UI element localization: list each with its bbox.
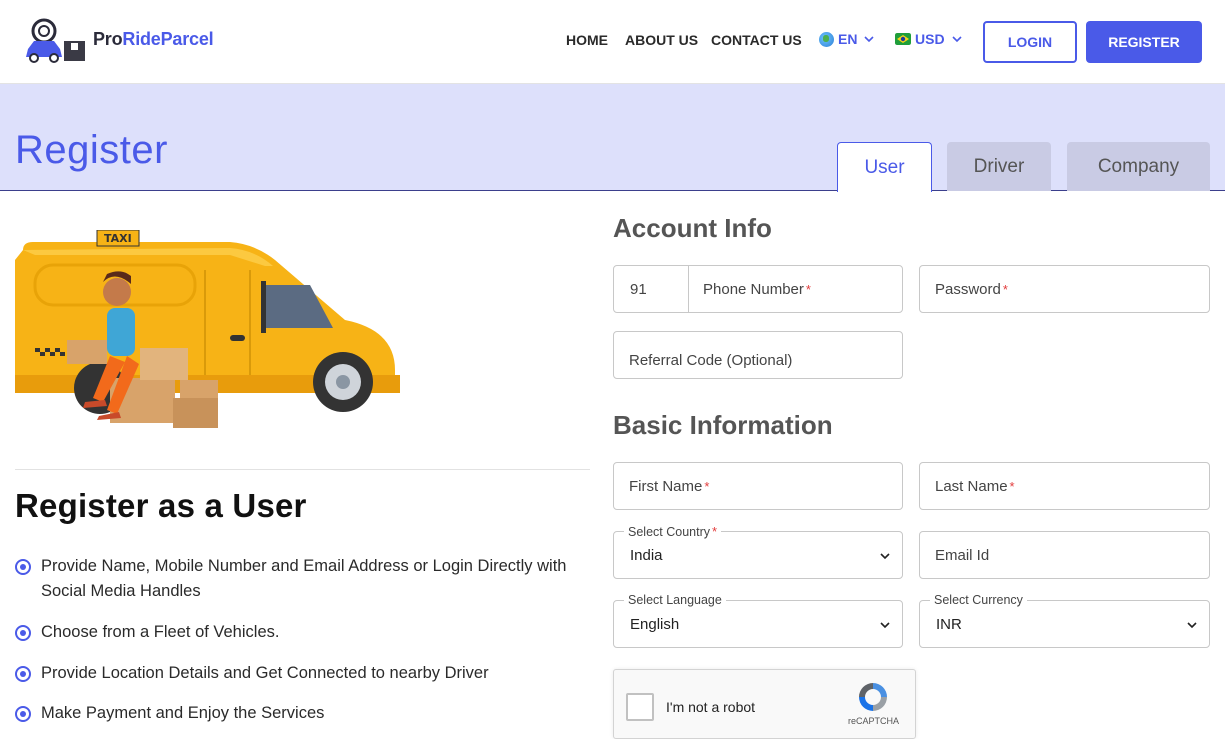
list-item-text: Choose from a Fleet of Vehicles. (41, 623, 280, 641)
currency-selector[interactable]: USD (895, 31, 965, 47)
required-mark: * (1002, 282, 1008, 297)
bullet-icon (15, 666, 31, 682)
language-value: English (630, 616, 680, 633)
required-mark: * (1009, 479, 1015, 494)
list-item-text: Provide Location Details and Get Connect… (41, 664, 489, 682)
login-button[interactable]: LOGIN (983, 21, 1077, 63)
delivery-van-illustration: TAXI (15, 230, 400, 428)
flag-icon (895, 33, 911, 45)
recaptcha-icon (859, 683, 887, 711)
language-selector[interactable]: EN (819, 31, 877, 47)
tab-driver[interactable]: Driver (947, 142, 1051, 191)
list-item: Provide Location Details and Get Connect… (15, 661, 585, 686)
bullet-icon (15, 559, 31, 575)
recaptcha-label: I'm not a robot (666, 699, 756, 715)
nav-about-us[interactable]: ABOUT US (625, 32, 698, 48)
required-mark: * (805, 282, 811, 297)
chevron-down-icon (864, 36, 875, 43)
list-item: Provide Name, Mobile Number and Email Ad… (15, 554, 585, 604)
page-title: Register (15, 128, 168, 172)
recaptcha-widget: I'm not a robot reCAPTCHA (613, 669, 916, 739)
nav-home[interactable]: HOME (566, 32, 608, 48)
password-field[interactable]: Password * (919, 265, 1210, 313)
password-input[interactable]: Password * (935, 281, 1008, 298)
page-banner: Register User Driver Company (0, 84, 1225, 192)
nav-contact-us[interactable]: CONTACT US (711, 32, 802, 48)
bullet-icon (15, 706, 31, 722)
country-code-field[interactable]: 91 (614, 266, 689, 312)
referral-code-field[interactable]: Referral Code (Optional) (613, 331, 903, 379)
taxi-sign-text: TAXI (104, 232, 132, 245)
logo-text-pro: Pro (93, 29, 123, 49)
account-info-heading: Account Info (613, 213, 772, 243)
country-select[interactable]: Select Country * India (613, 524, 903, 579)
required-mark: * (704, 479, 710, 494)
tab-user[interactable]: User (837, 142, 932, 192)
register-button[interactable]: REGISTER (1086, 21, 1202, 63)
chevron-down-icon (880, 553, 890, 560)
list-item-text: Provide Name, Mobile Number and Email Ad… (41, 557, 567, 600)
last-name-field[interactable]: Last Name * (919, 462, 1210, 510)
country-label: Select Country * (624, 524, 722, 539)
country-value: India (630, 547, 663, 564)
first-name-field[interactable]: First Name * (613, 462, 903, 510)
phone-placeholder: Phone Number (703, 281, 804, 298)
required-mark: * (711, 524, 718, 539)
country-label-text: Select Country (628, 525, 710, 539)
tab-company[interactable]: Company (1067, 142, 1210, 191)
first-name-placeholder: First Name (629, 478, 703, 495)
email-field[interactable]: Email Id (919, 531, 1210, 579)
password-placeholder: Password (935, 281, 1001, 298)
section-divider (15, 469, 590, 470)
chevron-down-icon (951, 36, 962, 43)
list-item-text: Make Payment and Enjoy the Services (41, 704, 325, 722)
currency-label: Select Currency (930, 593, 1027, 607)
referral-code-placeholder: Referral Code (Optional) (629, 352, 793, 369)
language-select[interactable]: Select Language English (613, 593, 903, 648)
site-header: ProRideParcel HOME ABOUT US CONTACT US E… (0, 0, 1225, 84)
last-name-placeholder: Last Name (935, 478, 1008, 495)
globe-icon (819, 31, 834, 47)
basic-information-heading: Basic Information (613, 410, 833, 440)
recaptcha-brand: reCAPTCHA (848, 716, 900, 726)
phone-input[interactable]: Phone Number * (703, 281, 811, 298)
last-name-input[interactable]: Last Name * (935, 478, 1015, 495)
language-label: Select Language (624, 593, 726, 607)
language-value: EN (838, 31, 858, 47)
phone-field[interactable]: 91 Phone Number * (613, 265, 903, 313)
currency-value: INR (936, 616, 962, 633)
first-name-input[interactable]: First Name * (629, 478, 709, 495)
logo-text: ProRideParcel (93, 29, 214, 50)
logo-text-brand: RideParcel (122, 29, 214, 49)
list-item: Choose from a Fleet of Vehicles. (15, 620, 585, 645)
currency-select[interactable]: Select Currency INR (919, 593, 1210, 648)
chevron-down-icon (880, 622, 890, 629)
currency-value: USD (915, 31, 945, 47)
register-as-user-heading: Register as a User (15, 487, 307, 524)
recaptcha-checkbox[interactable] (626, 693, 654, 721)
logo[interactable]: ProRideParcel (24, 17, 234, 63)
list-item: Make Payment and Enjoy the Services (15, 701, 585, 726)
logo-icon (26, 18, 85, 63)
bullet-icon (15, 625, 31, 641)
chevron-down-icon (1187, 622, 1197, 629)
email-placeholder: Email Id (935, 547, 990, 564)
